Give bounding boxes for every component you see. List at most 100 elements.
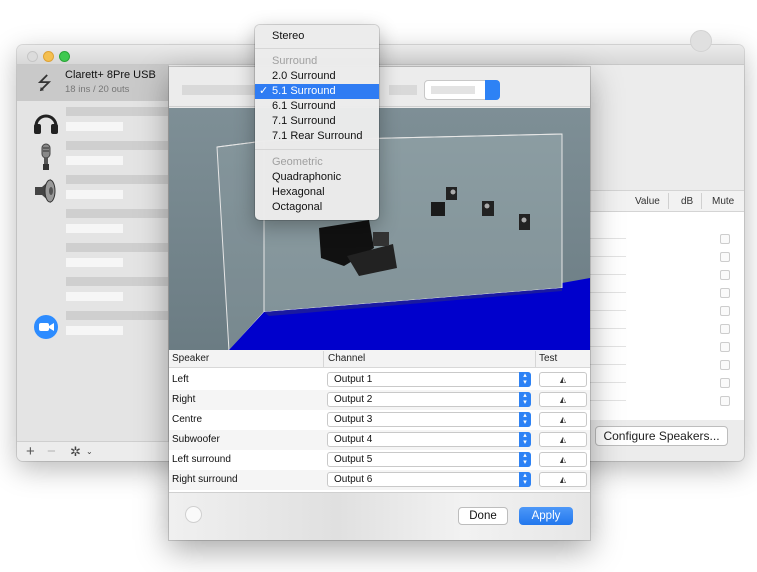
column-test: Test bbox=[539, 353, 558, 364]
channel-select[interactable]: Output 1 ▴ ▾ bbox=[327, 372, 531, 387]
zoom-window-button[interactable] bbox=[59, 51, 70, 62]
test-speaker-button[interactable]: ◭ bbox=[539, 392, 587, 407]
close-window-button[interactable] bbox=[27, 51, 38, 62]
mute-checkbox[interactable] bbox=[720, 378, 730, 388]
table-row bbox=[588, 310, 626, 311]
speaker-icon: ◭ bbox=[559, 455, 567, 464]
speaker-cone bbox=[450, 189, 456, 195]
room-visualization bbox=[216, 133, 590, 350]
column-db: dB bbox=[681, 196, 694, 207]
speaker-name: Centre bbox=[172, 414, 203, 425]
speaker-icon: ◭ bbox=[559, 435, 567, 444]
device-detail-placeholder bbox=[66, 122, 123, 131]
test-speaker-button[interactable]: ◭ bbox=[539, 412, 587, 427]
table-row bbox=[588, 328, 626, 329]
chevron-updown-icon: ▴ ▾ bbox=[519, 472, 531, 487]
sidebar-item-microphone[interactable] bbox=[17, 139, 169, 173]
column-channel: Channel bbox=[328, 353, 366, 364]
test-speaker-button[interactable]: ◭ bbox=[539, 472, 587, 487]
channel-select[interactable]: Output 4 ▴ ▾ bbox=[327, 432, 531, 447]
sidebar-item-device-4[interactable] bbox=[17, 207, 169, 241]
mute-checkbox[interactable] bbox=[720, 270, 730, 280]
chevron-down-icon[interactable]: ⌄ bbox=[86, 447, 93, 456]
test-speaker-button[interactable]: ◭ bbox=[539, 372, 587, 387]
menu-item-6-1-surround[interactable]: 6.1 Surround bbox=[255, 99, 379, 114]
column-divider bbox=[668, 193, 669, 209]
io-table bbox=[588, 212, 744, 420]
menu-item-7-1-rear-surround[interactable]: 7.1 Rear Surround bbox=[255, 129, 379, 144]
configure-speakers-button[interactable]: Configure Speakers... bbox=[595, 426, 728, 446]
sidebar-item-device-6[interactable] bbox=[17, 275, 169, 309]
device-detail-placeholder bbox=[66, 258, 123, 267]
menu-item-2-0-surround[interactable]: 2.0 Surround bbox=[255, 69, 379, 84]
menu-header-geometric: Geometric bbox=[272, 156, 323, 168]
channel-value: Output 3 bbox=[334, 414, 373, 425]
device-name-placeholder bbox=[66, 311, 169, 320]
menu-item-5-1-surround[interactable]: ✓ 5.1 Surround bbox=[255, 84, 379, 99]
table-row bbox=[588, 238, 626, 239]
channel-select[interactable]: Output 3 ▴ ▾ bbox=[327, 412, 531, 427]
microphone-icon bbox=[41, 143, 51, 170]
gear-icon[interactable]: ✲ bbox=[70, 444, 81, 460]
speaker-3d-view[interactable] bbox=[169, 108, 590, 350]
menu-separator bbox=[255, 48, 379, 49]
done-button[interactable]: Done bbox=[458, 507, 508, 525]
speaker-cone bbox=[484, 203, 490, 209]
channel-select[interactable]: Output 5 ▴ ▾ bbox=[327, 452, 531, 467]
channel-select[interactable]: Output 6 ▴ ▾ bbox=[327, 472, 531, 487]
channel-value: Output 4 bbox=[334, 434, 373, 445]
menu-item-label: 5.1 Surround bbox=[272, 85, 336, 97]
mute-checkbox[interactable] bbox=[720, 324, 730, 334]
help-button[interactable] bbox=[185, 506, 202, 523]
mute-checkbox[interactable] bbox=[720, 342, 730, 352]
test-speaker-button[interactable]: ◭ bbox=[539, 452, 587, 467]
device-name-placeholder bbox=[66, 107, 169, 116]
sidebar-item-speakers[interactable] bbox=[17, 173, 169, 207]
speaker-left-marker bbox=[431, 202, 445, 216]
column-divider bbox=[535, 351, 536, 367]
table-row: Left surround Output 5 ▴ ▾ ◭ bbox=[169, 450, 590, 470]
sidebar-item-zoom[interactable] bbox=[17, 309, 169, 343]
test-speaker-button[interactable]: ◭ bbox=[539, 432, 587, 447]
help-button[interactable] bbox=[690, 30, 712, 52]
mute-checkbox[interactable] bbox=[720, 396, 730, 406]
menu-item-hexagonal[interactable]: Hexagonal bbox=[255, 185, 379, 200]
device-detail-placeholder bbox=[66, 326, 123, 335]
menu-item-octagonal[interactable]: Octagonal bbox=[255, 200, 379, 215]
mute-checkbox[interactable] bbox=[720, 360, 730, 370]
speaker-name: Left bbox=[172, 374, 189, 385]
apply-button[interactable]: Apply bbox=[519, 507, 573, 525]
remove-device-button[interactable]: − bbox=[47, 443, 56, 460]
menu-item-stereo[interactable]: Stereo bbox=[255, 29, 379, 44]
mute-checkbox[interactable] bbox=[720, 288, 730, 298]
checkmark-icon: ✓ bbox=[259, 85, 269, 97]
speaker-table-header: Speaker Channel Test bbox=[169, 350, 590, 368]
mute-checkbox[interactable] bbox=[720, 234, 730, 244]
mute-checkbox[interactable] bbox=[720, 252, 730, 262]
channel-select[interactable]: Output 2 ▴ ▾ bbox=[327, 392, 531, 407]
config-label-placeholder bbox=[389, 85, 417, 95]
chevron-updown-icon: ▴ ▾ bbox=[519, 372, 531, 387]
menu-separator bbox=[255, 149, 379, 150]
column-divider bbox=[323, 351, 324, 367]
chevron-updown-icon: ▴ ▾ bbox=[519, 412, 531, 427]
device-detail-placeholder bbox=[66, 224, 123, 233]
sidebar-item-device-5[interactable] bbox=[17, 241, 169, 275]
sheet-footer: Done Apply bbox=[169, 492, 590, 540]
menu-item-7-1-surround[interactable]: 7.1 Surround bbox=[255, 114, 379, 129]
device-io-count: 18 ins / 20 outs bbox=[65, 84, 130, 95]
mute-checkbox[interactable] bbox=[720, 306, 730, 316]
sidebar-item-headphones[interactable] bbox=[17, 105, 169, 139]
zoom-video-icon bbox=[34, 315, 58, 339]
speaker-icon: ◭ bbox=[559, 375, 567, 384]
menu-item-quadraphonic[interactable]: Quadraphonic bbox=[255, 170, 379, 185]
speaker-icon bbox=[35, 179, 56, 203]
device-detail-placeholder bbox=[66, 190, 123, 199]
output-popup-button[interactable] bbox=[424, 80, 500, 100]
minimize-window-button[interactable] bbox=[43, 51, 54, 62]
column-divider bbox=[701, 193, 702, 209]
sidebar-item-clarett[interactable]: ⭍ Clarett+ 8Pre USB 18 ins / 20 outs bbox=[17, 65, 169, 101]
chevron-updown-icon: ▴ ▾ bbox=[519, 392, 531, 407]
table-row bbox=[588, 346, 626, 347]
add-device-button[interactable]: + bbox=[26, 443, 35, 460]
